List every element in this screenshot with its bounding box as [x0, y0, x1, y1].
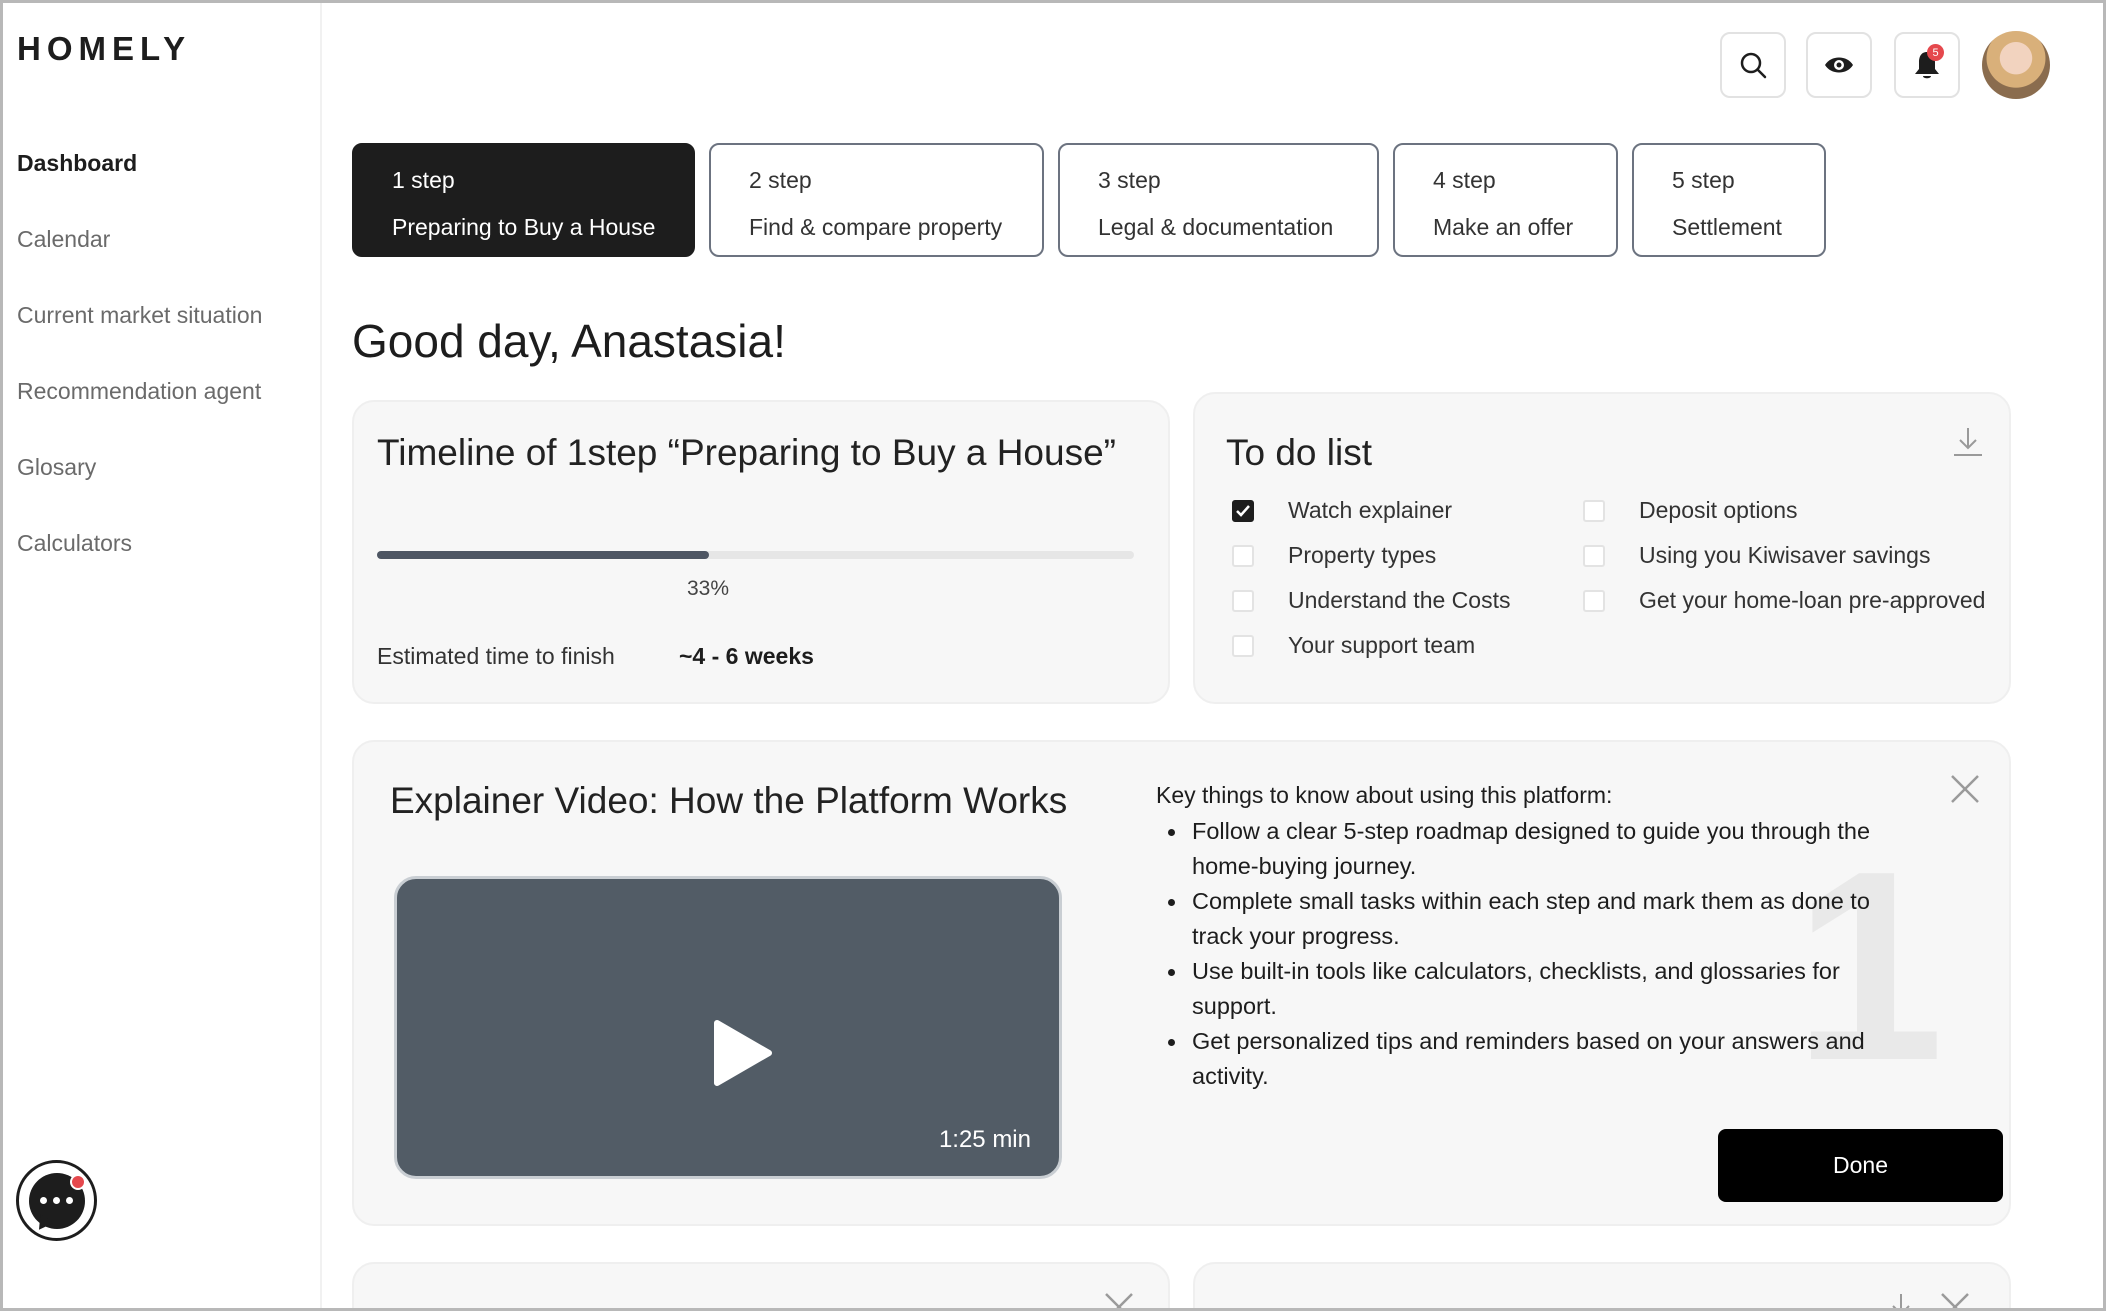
sidebar: HOMELY Dashboard Calendar Current market…: [0, 0, 322, 1311]
tab-step-2[interactable]: 2 step Find & compare property: [709, 143, 1044, 257]
download-icon[interactable]: [1884, 1290, 1918, 1311]
checkbox[interactable]: [1232, 589, 1254, 612]
todo-label: Property types: [1288, 542, 1437, 568]
progress-fill: [377, 551, 710, 559]
video-player[interactable]: 1:25 min: [394, 876, 1062, 1179]
eye-icon: [1825, 57, 1853, 73]
sidebar-item-market-situation[interactable]: Current market situation: [17, 298, 262, 374]
sidebar-item-glosary[interactable]: Glosary: [17, 450, 262, 526]
view-button[interactable]: [1806, 32, 1872, 98]
notification-badge: 5: [1927, 44, 1944, 61]
todo-title: To do list: [1226, 432, 1373, 473]
list-item: Use built-in tools like calculators, che…: [1156, 954, 1916, 1024]
done-button[interactable]: Done: [1718, 1129, 2003, 1202]
sidebar-item-calendar[interactable]: Calendar: [17, 222, 262, 298]
step-number: 3 step: [1098, 167, 1161, 193]
todo-card: To do list Watch explainer Property type…: [1193, 392, 2011, 704]
todo-item[interactable]: Understand the Costs: [1232, 587, 1510, 614]
step-number: 5 step: [1672, 167, 1735, 193]
list-item: Complete small tasks within each step an…: [1156, 884, 1916, 954]
key-things-title: Key things to know about using this plat…: [1156, 782, 1613, 808]
explainer-title: Explainer Video: How the Platform Works: [390, 780, 1068, 821]
checkbox[interactable]: [1583, 499, 1605, 522]
sidebar-item-calculators[interactable]: Calculators: [17, 526, 262, 602]
timeline-title: Timeline of 1step “Preparing to Buy a Ho…: [377, 432, 1116, 473]
tab-step-5[interactable]: 5 step Settlement: [1632, 143, 1826, 257]
step-number: 1 step: [392, 167, 455, 193]
todo-item[interactable]: Your support team: [1232, 632, 1475, 659]
step-label: Find & compare property: [749, 214, 1003, 240]
explainer-card: Explainer Video: How the Platform Works …: [352, 740, 2011, 1226]
close-icon[interactable]: [1948, 772, 1982, 806]
estimated-time-label: Estimated time to finish: [377, 643, 615, 669]
page-greeting: Good day, Anastasia!: [352, 315, 786, 367]
chat-button[interactable]: [16, 1160, 97, 1241]
search-button[interactable]: [1720, 32, 1786, 98]
todo-label: Understand the Costs: [1288, 587, 1511, 613]
todo-item[interactable]: Deposit options: [1583, 497, 1798, 524]
timeline-card: Timeline of 1step “Preparing to Buy a Ho…: [352, 400, 1170, 704]
step-label: Preparing to Buy a House: [392, 214, 656, 240]
list-item: Follow a clear 5-step roadmap designed t…: [1156, 814, 1916, 884]
close-icon[interactable]: [1938, 1290, 1972, 1311]
tab-step-1[interactable]: 1 step Preparing to Buy a House: [352, 143, 695, 257]
notifications-button[interactable]: 5: [1894, 32, 1960, 98]
checkbox[interactable]: [1232, 544, 1254, 567]
avatar[interactable]: [1982, 31, 2050, 99]
close-icon[interactable]: [1102, 1290, 1136, 1311]
todo-item[interactable]: Watch explainer: [1232, 497, 1452, 524]
sidebar-item-dashboard[interactable]: Dashboard: [17, 146, 262, 222]
todo-label: Get your home-loan pre-approved: [1639, 587, 1986, 613]
sidebar-item-recommendation-agent[interactable]: Recommendation agent: [17, 374, 262, 450]
download-icon[interactable]: [1951, 424, 1985, 458]
sidebar-nav: Dashboard Calendar Current market situat…: [17, 146, 262, 602]
chat-unread-indicator: [70, 1174, 86, 1190]
checkmark-icon: [1236, 504, 1250, 517]
progress-bar: [377, 551, 1134, 559]
tab-step-4[interactable]: 4 step Make an offer: [1393, 143, 1618, 257]
progress-percent: 33%: [687, 577, 730, 600]
step-label: Make an offer: [1433, 214, 1574, 240]
tab-step-3[interactable]: 3 step Legal & documentation: [1058, 143, 1379, 257]
estimated-time-value: ~4 - 6 weeks: [679, 643, 814, 669]
checkbox[interactable]: [1232, 499, 1254, 522]
step-number: 4 step: [1433, 167, 1496, 193]
checkbox[interactable]: [1232, 634, 1254, 657]
step-label: Legal & documentation: [1098, 214, 1334, 240]
todo-item[interactable]: Get your home-loan pre-approved: [1583, 587, 1985, 614]
play-icon[interactable]: [713, 1019, 773, 1087]
app-logo[interactable]: HOMELY: [17, 30, 191, 68]
todo-label: Your support team: [1288, 632, 1476, 658]
step-label: Settlement: [1672, 214, 1782, 240]
todo-label: Deposit options: [1639, 497, 1798, 523]
search-icon: [1740, 52, 1767, 79]
step-number: 2 step: [749, 167, 812, 193]
checkbox[interactable]: [1583, 544, 1605, 567]
todo-label: Watch explainer: [1288, 497, 1453, 523]
todo-item[interactable]: Property types: [1232, 542, 1436, 569]
lower-card-left: [352, 1262, 1170, 1311]
key-things-list: Follow a clear 5-step roadmap designed t…: [1156, 814, 1916, 1094]
lower-card-right: [1193, 1262, 2011, 1311]
list-item: Get personalized tips and reminders base…: [1156, 1024, 1916, 1094]
video-duration: 1:25 min: [938, 1126, 1031, 1153]
checkbox[interactable]: [1583, 589, 1605, 612]
todo-label: Using you Kiwisaver savings: [1639, 542, 1931, 568]
todo-item[interactable]: Using you Kiwisaver savings: [1583, 542, 1930, 569]
